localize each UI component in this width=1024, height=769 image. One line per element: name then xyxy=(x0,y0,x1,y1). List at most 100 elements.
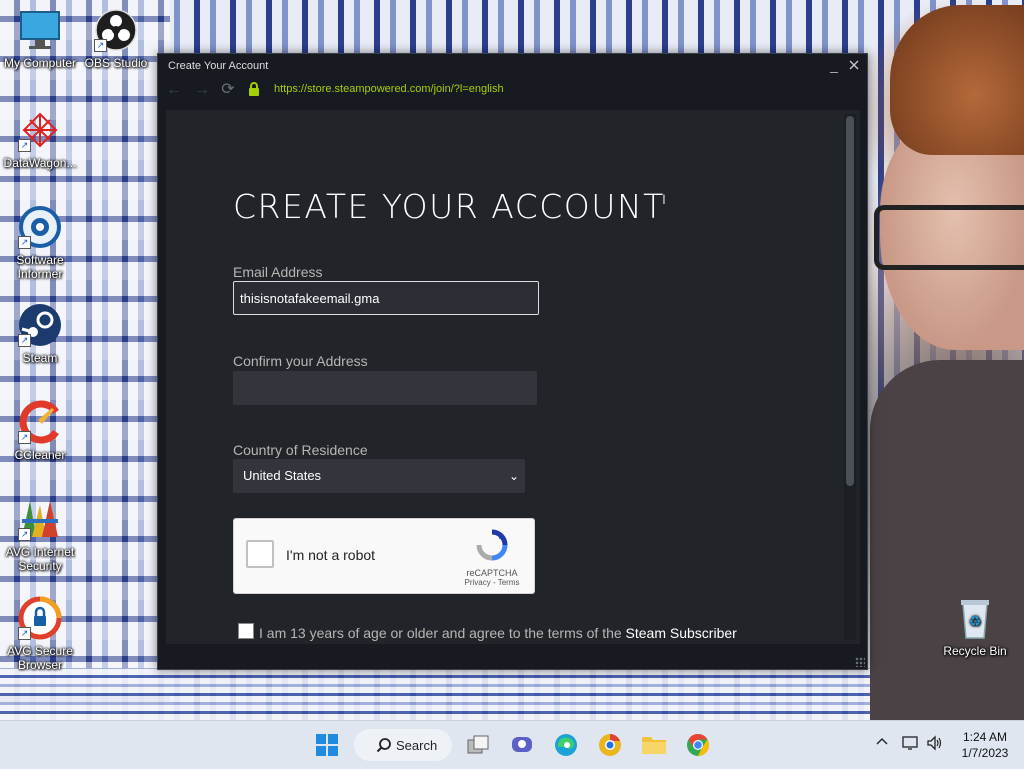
monitor-icon xyxy=(18,8,62,52)
forward-button[interactable]: → xyxy=(192,80,212,100)
recaptcha-widget: I'm not a robot reCAPTCHA Privacy - Term… xyxy=(233,518,535,594)
country-label: Country of Residence xyxy=(233,442,368,458)
desktop-icon-label: My Computer xyxy=(3,56,77,70)
confirm-email-label: Confirm your Address xyxy=(233,353,368,369)
window-titlebar[interactable]: Create Your Account _ xyxy=(158,54,867,78)
folder-icon xyxy=(642,737,666,754)
edge-icon xyxy=(555,734,577,756)
desktop-icon-label: OBS Studio xyxy=(84,56,148,70)
chrome-button[interactable] xyxy=(682,729,714,761)
desktop-icon-recycle-bin[interactable]: ♻ Recycle Bin xyxy=(935,596,1015,658)
windows-icon xyxy=(316,734,338,756)
shortcut-arrow-icon: ↗ xyxy=(18,627,31,640)
scrollbar[interactable] xyxy=(844,114,856,640)
agree-terms-label: I am 13 years of age or older and agree … xyxy=(259,625,626,641)
desktop-icon-ccleaner[interactable]: ↗ CCleaner xyxy=(0,400,80,462)
shortcut-arrow-icon: ↗ xyxy=(94,39,107,52)
obs-icon: ↗ xyxy=(94,8,138,52)
country-select-value: United States xyxy=(243,468,322,483)
back-button[interactable]: ← xyxy=(164,80,184,100)
chrome-icon xyxy=(687,734,709,756)
browser-icon xyxy=(599,734,621,756)
address-bar-url[interactable]: https://store.steampowered.com/join/?l=e… xyxy=(274,83,504,95)
desktop-icon-steam[interactable]: ↗ Steam xyxy=(0,303,80,365)
webcam-person-glasses xyxy=(874,205,1024,270)
close-icon xyxy=(849,60,859,70)
scrollbar-thumb[interactable] xyxy=(846,116,854,486)
chat-icon xyxy=(512,737,532,752)
shortcut-arrow-icon: ↗ xyxy=(18,431,31,444)
desktop-icon-my-computer[interactable]: My Computer xyxy=(0,8,80,70)
browser-navbar: ← → ⟳ https://store.steampowered.com/joi… xyxy=(158,78,867,102)
page-title: CREATE YOUR ACCOUNT xyxy=(233,187,665,226)
resize-grip[interactable] xyxy=(855,657,865,667)
teams-chat-button[interactable] xyxy=(506,729,538,761)
desktop-icon-datawagon[interactable]: ↗ DataWagon... xyxy=(0,108,80,170)
network-button[interactable] xyxy=(902,735,920,754)
software-informer-icon: ↗ xyxy=(18,205,62,249)
reload-icon: ⟳ xyxy=(221,81,235,98)
volume-button[interactable] xyxy=(926,735,944,754)
desktop-icon-label: DataWagon... xyxy=(3,156,77,170)
taskbar: Search 1:24 AM 1/7/2023 xyxy=(0,720,1024,769)
minimize-icon: _ xyxy=(830,57,838,73)
arrow-right-icon: → xyxy=(194,81,210,98)
search-icon xyxy=(376,738,391,753)
shortcut-arrow-icon: ↗ xyxy=(18,236,31,249)
start-button[interactable] xyxy=(311,729,343,761)
email-label: Email Address xyxy=(233,264,323,280)
datawagon-icon: ↗ xyxy=(18,108,62,152)
close-button[interactable] xyxy=(845,56,863,74)
text-cursor-icon: I xyxy=(662,191,666,207)
steam-icon: ↗ xyxy=(18,303,62,347)
window-title: Create Your Account xyxy=(168,60,269,72)
edge-button[interactable] xyxy=(550,729,582,761)
speaker-icon xyxy=(927,735,942,751)
desktop-icon-software-informer[interactable]: ↗ Software Informer xyxy=(0,205,80,281)
webcam-person xyxy=(870,360,1024,720)
desktop-icon-avg-secure-browser[interactable]: ↗ AVG Secure Browser xyxy=(0,596,80,672)
recaptcha-links[interactable]: Privacy - Terms xyxy=(462,578,522,587)
email-field[interactable] xyxy=(233,281,539,315)
taskbar-search-label: Search xyxy=(396,737,438,753)
subscriber-agreement-link[interactable]: Steam Subscriber xyxy=(626,625,737,641)
agree-terms-text: I am 13 years of age or older and agree … xyxy=(259,625,737,641)
recaptcha-logo: reCAPTCHA Privacy - Terms xyxy=(462,529,522,587)
recaptcha-label: I'm not a robot xyxy=(286,547,376,563)
reload-button[interactable]: ⟳ xyxy=(218,80,238,100)
recaptcha-brand: reCAPTCHA xyxy=(466,568,518,578)
arrow-left-icon: ← xyxy=(166,81,182,98)
create-account-window: Create Your Account _ ← → ⟳ https://stor… xyxy=(157,53,868,670)
confirm-email-field[interactable] xyxy=(233,371,537,405)
agree-checkbox[interactable] xyxy=(238,623,254,639)
webcam-person-hair xyxy=(890,5,1024,155)
lock-icon xyxy=(249,82,259,96)
task-view-button[interactable] xyxy=(462,729,494,761)
show-hidden-icons-button[interactable] xyxy=(876,735,888,751)
ccleaner-icon: ↗ xyxy=(18,400,62,444)
clock-date: 1/7/2023 xyxy=(961,746,1009,760)
recaptcha-icon xyxy=(476,529,508,561)
country-select[interactable]: United States ⌄ xyxy=(233,459,525,493)
clock-time: 1:24 AM xyxy=(962,730,1008,744)
taskbar-search-button[interactable]: Search xyxy=(354,729,452,761)
task-view-icon xyxy=(467,735,489,754)
avg-secure-browser-icon: ↗ xyxy=(18,596,62,640)
shortcut-arrow-icon: ↗ xyxy=(18,139,31,152)
recaptcha-checkbox[interactable] xyxy=(246,540,274,568)
recycle-bin-icon: ♻ xyxy=(953,596,997,640)
shortcut-arrow-icon: ↗ xyxy=(18,528,31,541)
desktop-icon-label: AVG Internet Security xyxy=(5,545,75,573)
taskbar-clock[interactable]: 1:24 AM 1/7/2023 xyxy=(955,729,1015,761)
desktop-icon-label: AVG Secure Browser xyxy=(7,644,73,672)
chrome-canary-button[interactable] xyxy=(594,729,626,761)
desktop-icon-avg-internet-security[interactable]: ↗ AVG Internet Security xyxy=(0,497,80,573)
desktop-icon-label: CCleaner xyxy=(14,448,66,462)
minimize-button[interactable]: _ xyxy=(825,56,843,74)
shortcut-arrow-icon: ↗ xyxy=(18,334,31,347)
chevron-down-icon: ⌄ xyxy=(508,469,519,483)
desktop-icon-obs-studio[interactable]: ↗ OBS Studio xyxy=(76,8,156,70)
file-explorer-button[interactable] xyxy=(638,729,670,761)
page-content: CREATE YOUR ACCOUNT I Email Address Conf… xyxy=(166,110,860,644)
svg-text:♻: ♻ xyxy=(969,613,982,629)
